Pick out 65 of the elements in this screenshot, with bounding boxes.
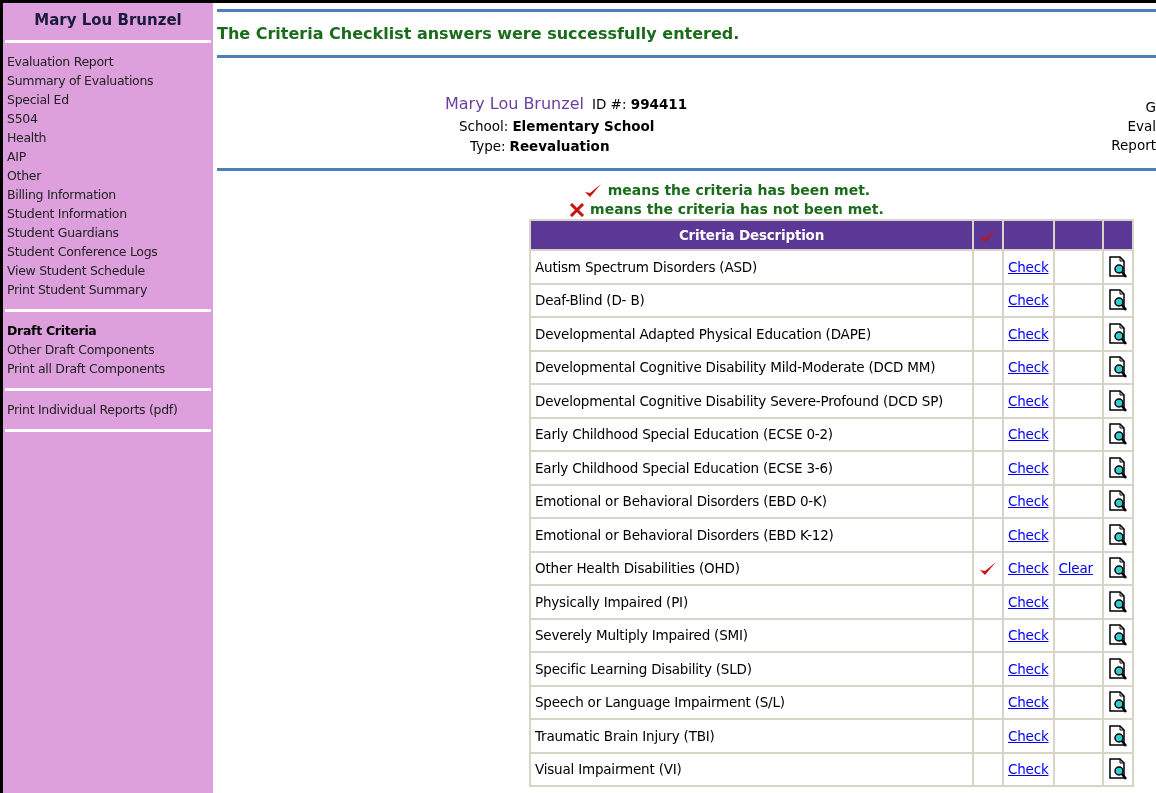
field-label: G	[1144, 98, 1156, 117]
table-cell: Other Health Disabilities (OHD)	[531, 552, 972, 584]
id-value: 994411	[630, 96, 688, 112]
table-cell: Specific Learning Disability (SLD)	[531, 653, 972, 685]
sidebar-link[interactable]: Other Draft Components	[5, 339, 211, 359]
document-magnifier-icon[interactable]	[1107, 691, 1128, 714]
school-label: School:	[459, 117, 509, 136]
document-magnifier-icon[interactable]	[1107, 490, 1128, 513]
sidebar-link[interactable]: Print Student Summary	[5, 279, 211, 299]
table-cell: Emotional or Behavioral Disorders (EBD 0-K)	[531, 485, 972, 517]
document-magnifier-icon[interactable]	[1107, 423, 1128, 446]
type-value: Reevaluation	[509, 137, 610, 157]
table-cell: Early Childhood Special Education (ECSE 0-2)	[531, 418, 972, 450]
table-cell: Emotional or Behavioral Disorders (EBD K-12)	[531, 519, 972, 551]
success-message: The Criteria Checklist answers were successfully entered.	[217, 23, 741, 45]
sidebar-link[interactable]: Print all Draft Components	[5, 358, 211, 378]
student-name: Mary Lou Brunzel	[445, 93, 584, 115]
document-magnifier-icon[interactable]	[1107, 289, 1128, 312]
sidebar-link[interactable]: Student Information	[5, 203, 211, 223]
column-header: Criteria Description	[531, 221, 972, 249]
sidebar-title: Mary Lou Brunzel	[5, 9, 211, 43]
document-magnifier-icon[interactable]	[1107, 356, 1128, 379]
sidebar-link[interactable]: View Student Schedule	[5, 260, 211, 280]
document-magnifier-icon[interactable]	[1107, 624, 1128, 647]
sidebar-link[interactable]: Other	[5, 165, 211, 185]
sidebar-link[interactable]: AIP	[5, 146, 211, 166]
document-magnifier-icon[interactable]	[1107, 523, 1128, 546]
document-magnifier-icon[interactable]	[1107, 657, 1128, 680]
document-magnifier-icon[interactable]	[1107, 322, 1128, 345]
legend-text: means the criteria has been met.	[606, 182, 871, 198]
sidebar-link[interactable]: Student Conference Logs	[5, 241, 211, 261]
sidebar-link[interactable]: S504	[5, 108, 211, 128]
document-magnifier-icon[interactable]	[1107, 456, 1128, 479]
document-magnifier-icon[interactable]	[1107, 724, 1128, 747]
sidebar-link[interactable]: Student Guardians	[5, 222, 211, 242]
table-cell: Developmental Adapted Physical Education (DAPE)	[531, 318, 972, 350]
sidebar-link[interactable]: Billing Information	[5, 184, 211, 204]
table-cell: Physically Impaired (PI)	[531, 586, 972, 618]
type-label: Type:	[470, 137, 506, 157]
table-cell: Deaf-Blind (D- B)	[531, 284, 972, 316]
table-cell: Visual Impairment (VI)	[531, 753, 972, 785]
document-magnifier-icon[interactable]	[1107, 389, 1128, 412]
sidebar-link[interactable]: Draft Criteria	[5, 320, 211, 340]
table-cell: Speech or Language Impairment (S/L)	[531, 686, 972, 718]
cross-icon	[569, 203, 586, 217]
table-cell: Severely Multiply Impaired (SMI)	[531, 619, 972, 651]
document-magnifier-icon[interactable]	[1107, 557, 1128, 580]
field-label: Report	[1111, 136, 1156, 155]
sidebar-link[interactable]: Special Ed	[5, 89, 211, 109]
table-cell: Early Childhood Special Education (ECSE 3-6)	[531, 452, 972, 484]
sidebar-link[interactable]: Print Individual Reports (pdf)	[5, 399, 211, 419]
document-magnifier-icon[interactable]	[1107, 255, 1128, 278]
legend-text: means the criteria has not been met.	[589, 201, 884, 217]
document-magnifier-icon[interactable]	[1107, 590, 1128, 613]
sidebar-link[interactable]: Evaluation Report	[5, 51, 211, 71]
sidebar-link[interactable]: Health	[5, 127, 211, 147]
school-value: Elementary School	[512, 117, 655, 136]
table-cell: Autism Spectrum Disorders (ASD)	[531, 251, 972, 283]
table-cell: Traumatic Brain Injury (TBI)	[531, 720, 972, 752]
document-magnifier-icon[interactable]	[1107, 758, 1128, 781]
field-label: Eval	[1126, 117, 1156, 136]
table-cell: Developmental Cognitive Disability Severe-Profound (DCD SP)	[531, 385, 972, 417]
table-cell: Developmental Cognitive Disability Mild-Moderate (DCD MM)	[531, 351, 972, 383]
id-label: ID #:	[591, 96, 628, 112]
sidebar-link[interactable]: Summary of Evaluations	[5, 70, 211, 90]
